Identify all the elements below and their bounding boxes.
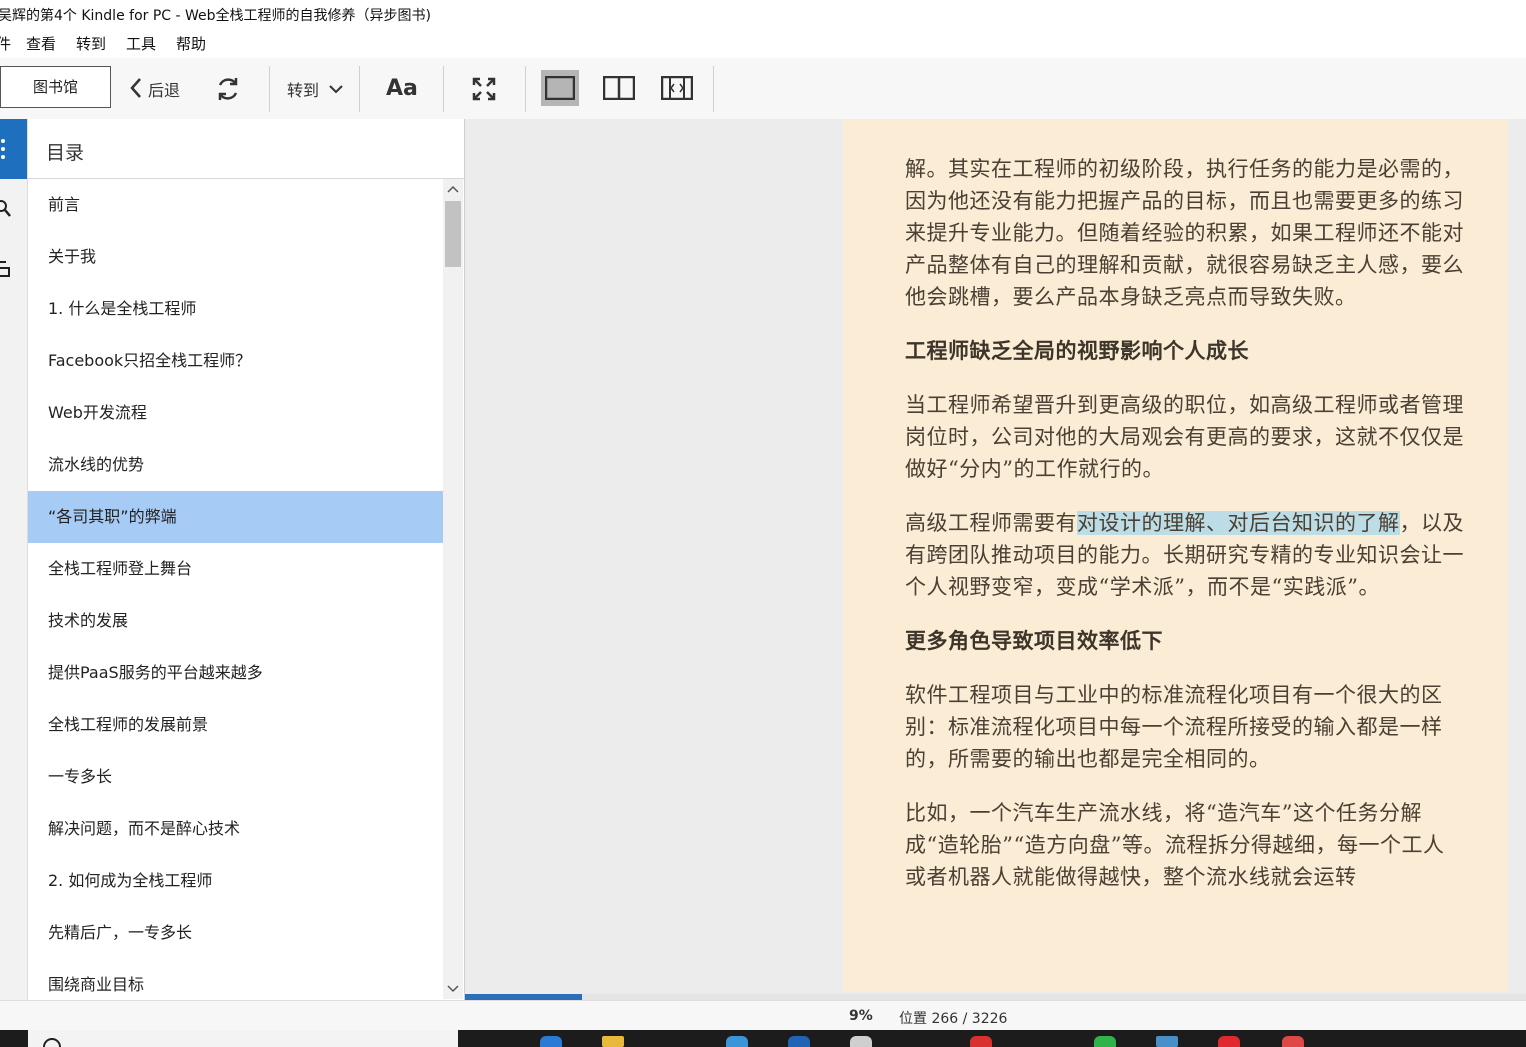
toc-title: 目录	[46, 142, 85, 164]
chevron-left-icon	[130, 78, 141, 98]
toc-item-selected[interactable]: “各司其职”的弊端	[28, 491, 443, 543]
toc-panel: 目录 前言 关于我 1. 什么是全栈工程师 Facebook只招全栈工程师？ W…	[28, 119, 465, 1000]
paragraph: 比如，一个汽车生产流水线，将“造汽车”这个任务分解成“造轮胎”“造方向盘”等。流…	[905, 801, 1445, 889]
toc-list: 前言 关于我 1. 什么是全栈工程师 Facebook只招全栈工程师？ Web开…	[28, 179, 443, 999]
toc-scrollbar[interactable]	[443, 179, 463, 999]
scroll-down-icon[interactable]	[447, 985, 459, 993]
search-icon[interactable]	[0, 199, 12, 217]
folder-icon[interactable]	[602, 1036, 624, 1047]
library-button[interactable]: 图书馆	[0, 66, 111, 108]
toc-tab[interactable]	[0, 119, 27, 179]
fullscreen-icon[interactable]	[472, 77, 496, 101]
window-title: 吴辉的第4个 Kindle for PC - Web全栈工程师的自我修养（异步图…	[0, 8, 431, 24]
app-icon[interactable]	[540, 1036, 562, 1047]
toc-item[interactable]: 流水线的优势	[28, 439, 443, 491]
toolbar-divider	[359, 66, 360, 112]
paragraph: 解。其实在工程师的初级阶段，执行任务的能力是必需的，因为他还没有能力把握产品的目…	[905, 157, 1464, 309]
toolbar: 图书馆 后退 转到 Aa	[0, 58, 1526, 120]
toolbar-divider	[269, 66, 270, 112]
toc-item[interactable]: 全栈工程师的发展前景	[28, 699, 443, 751]
toc-item[interactable]: Web开发流程	[28, 387, 443, 439]
page-content: 解。其实在工程师的初级阶段，执行任务的能力是必需的，因为他还没有能力把握产品的目…	[905, 153, 1465, 915]
goto-dropdown[interactable]: 转到	[287, 76, 347, 102]
highlighted-text[interactable]: 对设计的理解、对后台知识的了解	[1077, 511, 1400, 535]
menu-view[interactable]: 查看	[26, 33, 56, 54]
toc-item[interactable]: 提供PaaS服务的平台越来越多	[28, 647, 443, 699]
toc-header: 目录	[28, 119, 464, 179]
menu-help[interactable]: 帮助	[176, 33, 206, 54]
toc-item[interactable]: 先精后广，一专多长	[28, 907, 443, 959]
toc-item[interactable]: 1. 什么是全栈工程师	[28, 283, 443, 335]
toc-item[interactable]: 一专多长	[28, 751, 443, 803]
status-bar: 9% 位置 266 / 3226	[0, 1000, 1526, 1031]
single-column-button[interactable]	[541, 70, 579, 106]
taskbar-search-box[interactable]	[28, 1030, 458, 1047]
app-icon[interactable]	[850, 1036, 872, 1047]
scroll-thumb[interactable]	[445, 201, 461, 267]
app-icon[interactable]	[1218, 1036, 1240, 1047]
toc-item[interactable]: Facebook只招全栈工程师？	[28, 335, 443, 387]
os-taskbar	[0, 1030, 1526, 1047]
chevron-down-icon	[329, 85, 343, 94]
location-readout: 位置 266 / 3226	[899, 1011, 1008, 1027]
menu-file[interactable]: 件	[0, 33, 11, 54]
toc-item[interactable]: 2. 如何成为全栈工程师	[28, 855, 443, 907]
app-icon[interactable]	[788, 1036, 810, 1047]
back-label: 后退	[148, 81, 181, 100]
paragraph: 高级工程师需要有对设计的理解、对后台知识的了解，以及有跨团队推动项目的能力。长期…	[905, 507, 1465, 603]
toc-item[interactable]: 技术的发展	[28, 595, 443, 647]
paragraph: 当工程师希望晋升到更高级的职位，如高级工程师或者管理岗位时，公司对他的大局观会有…	[905, 393, 1464, 481]
side-rail	[0, 119, 28, 1000]
title-bar: 吴辉的第4个 Kindle for PC - Web全栈工程师的自我修养（异步图…	[0, 0, 1526, 30]
font-settings-button[interactable]: Aa	[386, 76, 418, 101]
toolbar-divider	[525, 66, 526, 112]
section-heading: 工程师缺乏全局的视野影响个人成长	[905, 338, 1249, 363]
search-icon	[43, 1038, 61, 1047]
progress-percent: 9%	[849, 1008, 873, 1024]
menu-bar: 件 查看 转到 工具 帮助	[0, 30, 1526, 58]
page-width-icon[interactable]	[661, 76, 693, 100]
toc-item[interactable]: 全栈工程师登上舞台	[28, 543, 443, 595]
menu-goto[interactable]: 转到	[76, 33, 106, 54]
toc-item[interactable]: 关于我	[28, 231, 443, 283]
toolbar-divider	[713, 66, 714, 112]
kindle-icon[interactable]	[1156, 1036, 1178, 1047]
notes-icon[interactable]	[0, 260, 12, 278]
scroll-up-icon[interactable]	[447, 185, 459, 193]
goto-label: 转到	[287, 81, 320, 100]
paragraph-text: 高级工程师需要有	[905, 511, 1077, 535]
toc-item[interactable]: 围绕商业目标	[28, 959, 443, 999]
toc-item[interactable]: 解决问题，而不是醉心技术	[28, 803, 443, 855]
app-icon[interactable]	[970, 1036, 992, 1047]
app-icon[interactable]	[1094, 1036, 1116, 1047]
paragraph: 软件工程项目与工业中的标准流程化项目有一个很大的区别：标准流程化项目中每一个流程…	[905, 683, 1443, 771]
single-page-icon	[545, 76, 575, 100]
toolbar-divider	[443, 66, 444, 112]
sync-icon[interactable]	[215, 76, 241, 102]
book-page[interactable]: 解。其实在工程师的初级阶段，执行任务的能力是必需的，因为他还没有能力把握产品的目…	[843, 119, 1508, 992]
section-heading: 更多角色导致项目效率低下	[905, 628, 1163, 653]
app-icon[interactable]	[1282, 1036, 1304, 1047]
two-column-icon[interactable]	[603, 76, 635, 100]
browser-icon[interactable]	[726, 1036, 748, 1047]
menu-tools[interactable]: 工具	[126, 33, 156, 54]
toc-item[interactable]: 前言	[28, 179, 443, 231]
list-icon	[1, 139, 5, 159]
